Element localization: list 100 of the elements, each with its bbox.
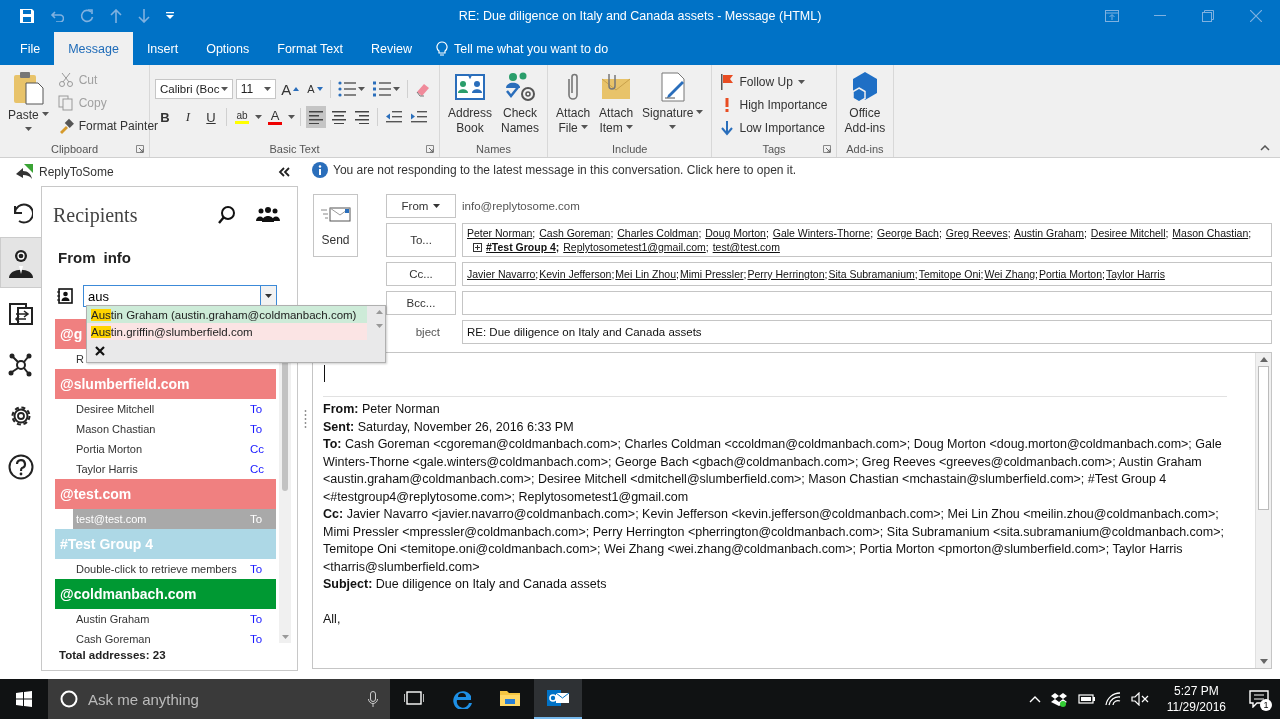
grow-font-button[interactable]: A bbox=[278, 78, 302, 100]
ribbon-tab[interactable]: Insert bbox=[132, 32, 193, 65]
member-row[interactable]: Austin Graham To bbox=[55, 609, 276, 629]
scissors-icon bbox=[57, 72, 74, 88]
recipient-link[interactable]: Sita Subramanium; bbox=[828, 267, 918, 281]
task-view-icon bbox=[404, 690, 424, 706]
subject-field[interactable]: RE: Due diligence on Italy and Canada assets bbox=[462, 320, 1272, 344]
bcc-button[interactable]: Bcc... bbox=[386, 291, 456, 315]
member-row[interactable]: Desiree Mitchell To bbox=[55, 399, 276, 419]
italic-button[interactable]: I bbox=[178, 106, 198, 128]
speaker-muted-icon[interactable] bbox=[1130, 692, 1149, 706]
cc-field[interactable]: Javier Navarro;Kevin Jefferson;Mei Lin Zhou;Mimi Pressler;Perry Herrington;Sita Subramanium;Temitope Oni;Wei Zhang;Portia Morton;Taylor Harris bbox=[462, 262, 1272, 286]
recipient-link[interactable]: Gale Winters-Thorne; bbox=[772, 227, 874, 239]
send-button[interactable]: Send bbox=[313, 194, 358, 257]
address-book-button[interactable]: Address Book bbox=[445, 69, 496, 140]
clipboard-icon bbox=[12, 71, 45, 105]
member-row[interactable]: Portia Morton Cc bbox=[55, 439, 276, 459]
recipient-link[interactable]: Wei Zhang; bbox=[984, 267, 1038, 281]
search-icon[interactable] bbox=[217, 205, 237, 225]
recipient-link[interactable]: Taylor Harris bbox=[1105, 267, 1165, 281]
font-name-dropdown[interactable]: Calibri (Boc bbox=[155, 79, 233, 99]
signature-button[interactable]: Signature bbox=[639, 69, 707, 140]
splitter-grip-icon[interactable] bbox=[303, 409, 307, 428]
member-row[interactable]: Double-click to retrieve members To bbox=[55, 559, 276, 579]
info-message[interactable]: You are not responding to the latest message in this conversation. Click here to open it. bbox=[333, 163, 797, 177]
underline-button[interactable]: U bbox=[201, 106, 221, 128]
group-label: Tags bbox=[762, 142, 786, 155]
box-icon[interactable] bbox=[1050, 691, 1067, 707]
recipient-link[interactable]: Austin Graham; bbox=[1013, 227, 1087, 239]
notification-button[interactable]: 1 bbox=[1244, 684, 1274, 714]
recipient-link[interactable]: Doug Morton; bbox=[705, 227, 769, 239]
member-name: Cash Goreman bbox=[76, 633, 152, 643]
recipient-link[interactable]: Kevin Jefferson; bbox=[539, 267, 615, 281]
format-painter-button[interactable]: Format Painter bbox=[54, 115, 162, 137]
paste-button[interactable]: Paste bbox=[5, 69, 52, 140]
font-color-button[interactable]: A bbox=[265, 106, 285, 128]
recipient-link[interactable]: Mason Chastian; bbox=[1172, 227, 1252, 239]
recipient-link[interactable]: Charles Coldman; bbox=[617, 227, 702, 239]
wifi-icon[interactable] bbox=[1104, 692, 1121, 706]
align-button[interactable] bbox=[306, 106, 326, 128]
clock[interactable]: 5:27 PM 11/29/2016 bbox=[1166, 683, 1226, 715]
recipient-link[interactable]: Replytosometest1@gmail.com; bbox=[563, 241, 709, 253]
recipient-link[interactable]: George Bach; bbox=[877, 227, 942, 239]
high-importance-button[interactable]: High Importance bbox=[717, 94, 831, 116]
collapse-icon[interactable] bbox=[278, 167, 290, 177]
body-text: All, bbox=[323, 610, 342, 628]
member-row[interactable]: Mason Chastian To bbox=[55, 419, 276, 439]
recipient-link[interactable]: Greg Reeves; bbox=[945, 227, 1011, 239]
cc-button[interactable]: Cc... bbox=[386, 262, 456, 286]
expand-icon[interactable] bbox=[473, 243, 482, 252]
recipient-link[interactable]: Perry Herrington; bbox=[747, 267, 828, 281]
ribbon-tab[interactable]: Format Text bbox=[263, 32, 357, 65]
member-type: To bbox=[250, 513, 264, 525]
tell-me-field[interactable]: Tell me what you want to do bbox=[426, 32, 609, 65]
people-icon[interactable] bbox=[255, 206, 281, 224]
check-names-button[interactable]: Check Names bbox=[498, 69, 543, 140]
to-button[interactable]: To... bbox=[386, 223, 456, 257]
recipient-link[interactable]: test@test.com bbox=[712, 241, 780, 253]
customize-icon[interactable] bbox=[166, 12, 174, 20]
to-field[interactable] bbox=[462, 223, 1272, 257]
battery-icon[interactable] bbox=[1076, 693, 1095, 705]
nav-tab[interactable] bbox=[0, 237, 41, 288]
member-row[interactable]: Taylor Harris Cc bbox=[55, 459, 276, 479]
ribbon-tab[interactable]: File bbox=[6, 32, 55, 65]
text-cursor bbox=[324, 365, 325, 382]
search-field[interactable]: aus bbox=[83, 285, 260, 307]
ribbon-tab[interactable]: Message bbox=[54, 32, 133, 65]
bcc-field[interactable] bbox=[462, 291, 1272, 315]
recipient-link[interactable]: Mei Lin Zhou; bbox=[615, 267, 679, 281]
recipient-link[interactable]: #Test Group 4; bbox=[486, 241, 560, 253]
member-row[interactable]: Cash Goreman To bbox=[55, 629, 276, 643]
total-addresses: Total addresses: 23 bbox=[58, 648, 167, 661]
recipient-link[interactable]: Peter Norman; bbox=[467, 227, 536, 239]
highlight-button[interactable]: ab bbox=[232, 106, 252, 128]
recipient-link[interactable]: Cash Goreman; bbox=[539, 227, 614, 239]
follow-up-button[interactable]: Follow Up bbox=[717, 71, 831, 93]
contact-card-icon[interactable] bbox=[57, 288, 73, 304]
recipient-link[interactable]: Temitope Oni; bbox=[918, 267, 984, 281]
ribbon-tab[interactable]: Review bbox=[357, 32, 426, 65]
taskbar-app[interactable] bbox=[534, 679, 582, 719]
chevron-up-icon[interactable] bbox=[1028, 695, 1041, 703]
ribbon-tab[interactable]: Options bbox=[192, 32, 264, 65]
group-header[interactable]: @coldmanbach.com bbox=[55, 579, 276, 609]
attach-item-button[interactable]: Attach Item bbox=[596, 69, 637, 140]
recipient-link[interactable]: Portia Morton; bbox=[1039, 267, 1105, 281]
caret-icon bbox=[797, 80, 805, 84]
collapse-ribbon-icon[interactable] bbox=[1260, 145, 1270, 151]
save-icon[interactable] bbox=[20, 9, 34, 23]
attach-file-button[interactable]: Attach File bbox=[553, 69, 594, 140]
font-size-dropdown[interactable]: 11 bbox=[235, 79, 276, 99]
search-field[interactable]: Ask me anything bbox=[48, 679, 390, 719]
low-importance-button[interactable]: Low Importance bbox=[717, 117, 831, 139]
recipient-link[interactable]: Mimi Pressler; bbox=[679, 267, 747, 281]
dropdown-button[interactable] bbox=[260, 285, 277, 307]
from-button[interactable]: From bbox=[386, 194, 456, 218]
recipient-link[interactable]: Desiree Mitchell; bbox=[1090, 227, 1169, 239]
microphone-icon bbox=[368, 691, 378, 707]
office-add-ins-button[interactable]: Office Add-ins bbox=[841, 69, 889, 140]
recipient-link[interactable]: Javier Navarro; bbox=[467, 267, 539, 281]
shrink-font-button[interactable]: A bbox=[304, 78, 326, 100]
